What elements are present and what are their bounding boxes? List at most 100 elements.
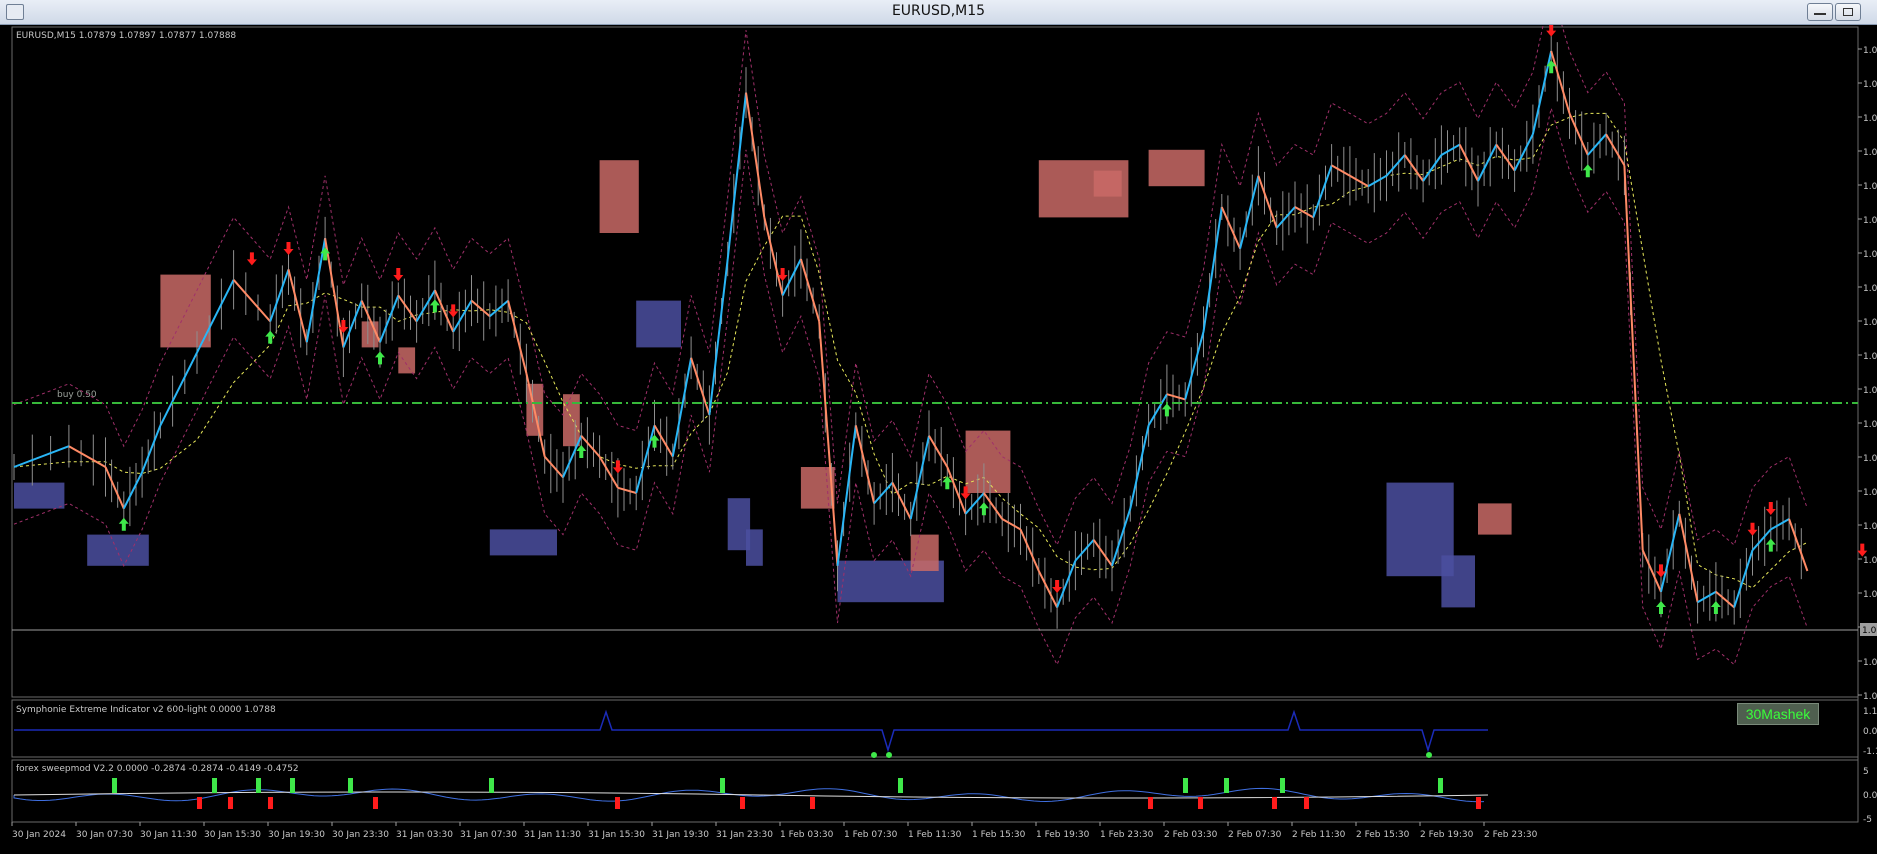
time-tick-label: 30 Jan 11:30 xyxy=(140,830,197,840)
window-title: EURUSD,M15 xyxy=(891,3,986,19)
time-tick-label: 2 Feb 03:30 xyxy=(1164,830,1218,840)
time-tick-label: 31 Jan 11:30 xyxy=(524,830,581,840)
indicator1-dot xyxy=(886,752,892,758)
indicator1-dot xyxy=(1426,752,1432,758)
indicator1-label: Symphonie Extreme Indicator v2 600-light… xyxy=(16,705,276,715)
indicator2-down-bar xyxy=(197,797,202,809)
indicator2-up-bar xyxy=(290,778,295,793)
chart-header: EURUSD,M15 1.07879 1.07897 1.07877 1.078… xyxy=(16,31,236,41)
indicator2-tick-label: 0.0 xyxy=(1863,791,1877,801)
time-tick-label: 31 Jan 07:30 xyxy=(460,830,517,840)
price-scale: 1.0 1.0 1.0 1.0 1.0 1.0 1.0 1.0 1.0 1.0 1.0 1.0 1.0 1… xyxy=(1858,46,1877,702)
indicator2-down-bar xyxy=(373,797,378,809)
indicator2-up-bar xyxy=(1280,778,1285,793)
price-tick-label: 1.0 xyxy=(1863,454,1877,464)
price-tick-label: 1.0 xyxy=(1863,250,1877,260)
indicator2-up-bar xyxy=(1183,778,1188,793)
time-tick-label: 30 Jan 23:30 xyxy=(332,830,389,840)
price-tick-label: 1.0 xyxy=(1863,692,1877,702)
price-tick-label: 1.0 xyxy=(1863,284,1877,294)
price-tick-label: 1.0 xyxy=(1863,182,1877,192)
time-tick-label: 2 Feb 19:30 xyxy=(1420,830,1474,840)
supply-zone xyxy=(800,467,835,509)
sell-arrow-icon xyxy=(1857,543,1868,557)
price-tick-label: 1.0 xyxy=(1863,318,1877,328)
supply-zone xyxy=(965,430,1011,493)
indicator2-label: forex sweepmod V2.2 0.0000 -0.2874 -0.28… xyxy=(16,764,299,774)
indicator2-down-bar xyxy=(1476,797,1481,809)
time-axis: 30 Jan 2024 30 Jan 07:30 30 Jan 11:30 30 Ja… xyxy=(11,822,1538,840)
minimize-icon xyxy=(1814,13,1826,15)
time-tick-label: 1 Feb 19:30 xyxy=(1036,830,1090,840)
time-tick-label: 1 Feb 23:30 xyxy=(1100,830,1154,840)
indicator2-down-bar xyxy=(615,797,620,809)
minimize-button[interactable] xyxy=(1807,3,1833,21)
supply-zone xyxy=(160,274,211,348)
price-tick-label: 1.0 xyxy=(1863,114,1877,124)
price-tick-label: 1.0 xyxy=(1863,488,1877,498)
indicator2-down-bar xyxy=(1198,797,1203,809)
price-tick-label: 1.0 xyxy=(1863,556,1877,566)
price-tick-label: 1.0 xyxy=(1863,522,1877,532)
time-tick-label: 30 Jan 2024 xyxy=(12,830,66,840)
indicator2-down-bar xyxy=(228,797,233,809)
indicator1-tick-label: 1.1 xyxy=(1863,707,1877,717)
time-tick-label: 30 Jan 07:30 xyxy=(76,830,133,840)
window-titlebar: EURUSD,M15 xyxy=(0,0,1877,25)
indicator1-tick-label: -1.1 xyxy=(1863,747,1877,757)
price-tick-label: 1.0 xyxy=(1863,420,1877,430)
chart-window[interactable]: EURUSD,M15 1.07879 1.07897 1.07877 1.078… xyxy=(0,0,1877,850)
indicator1-tick-label: 0.0 xyxy=(1863,727,1877,737)
supply-zone xyxy=(910,534,939,571)
price-tick-label: 1.0 xyxy=(1863,148,1877,158)
time-tick-label: 1 Feb 11:30 xyxy=(908,830,962,840)
demand-zone xyxy=(489,529,557,556)
chart-canvas[interactable]: EURUSD,M15 1.07879 1.07897 1.07877 1.078… xyxy=(0,0,1877,850)
mashek-badge[interactable]: 30Mashek xyxy=(1737,703,1819,725)
indicator2-down-bar xyxy=(268,797,273,809)
indicator2-up-bar xyxy=(720,778,725,793)
indicator1-dot xyxy=(871,752,877,758)
time-tick-label: 30 Jan 19:30 xyxy=(268,830,325,840)
time-tick-label: 2 Feb 07:30 xyxy=(1228,830,1282,840)
time-tick-label: 31 Jan 15:30 xyxy=(588,830,645,840)
indicator2-down-bar xyxy=(1148,797,1153,809)
time-tick-label: 1 Feb 07:30 xyxy=(844,830,898,840)
indicator2-up-bar xyxy=(1438,778,1443,793)
indicator1-pane[interactable] xyxy=(11,699,1859,758)
supply-zone xyxy=(1148,149,1205,187)
price-tick-label: 1.0 xyxy=(1863,352,1877,362)
demand-zone xyxy=(1441,555,1475,608)
supply-zone xyxy=(1478,503,1512,535)
time-tick-label: 31 Jan 19:30 xyxy=(652,830,709,840)
demand-zone xyxy=(746,529,763,566)
indicator2-down-bar xyxy=(1272,797,1277,809)
indicator2-down-bar xyxy=(740,797,745,809)
price-tick-label: 1.0 xyxy=(1863,216,1877,226)
supply-zone xyxy=(398,347,416,374)
level-label: buy 0.50 xyxy=(57,390,97,400)
indicator2-tick-label: 5 xyxy=(1863,767,1869,777)
indicator2-up-bar xyxy=(1224,778,1229,793)
demand-zone xyxy=(636,300,681,348)
time-tick-label: 1 Feb 15:30 xyxy=(972,830,1026,840)
time-tick-label: 2 Feb 11:30 xyxy=(1292,830,1346,840)
indicator2-up-bar xyxy=(489,778,494,793)
time-tick-label: 1 Feb 03:30 xyxy=(780,830,834,840)
maximize-icon xyxy=(1843,8,1853,16)
maximize-button[interactable] xyxy=(1835,3,1861,21)
price-tick-label: 1.0 xyxy=(1863,386,1877,396)
supply-zone xyxy=(1093,170,1122,197)
time-tick-label: 2 Feb 15:30 xyxy=(1356,830,1410,840)
price-tick-label: 1.0 xyxy=(1863,80,1877,90)
price-tick-label: 1.0 xyxy=(1863,590,1877,600)
time-tick-label: 30 Jan 15:30 xyxy=(204,830,261,840)
price-tick-label: 1.0 xyxy=(1863,46,1877,56)
demand-zone xyxy=(14,482,65,509)
indicator2-up-bar xyxy=(212,778,217,793)
indicator2-up-bar xyxy=(898,778,903,793)
indicator2-up-bar xyxy=(112,778,117,793)
indicator2-tick-label: -5 xyxy=(1863,815,1872,825)
indicator2-down-bar xyxy=(1304,797,1309,809)
time-tick-label: 31 Jan 23:30 xyxy=(716,830,773,840)
